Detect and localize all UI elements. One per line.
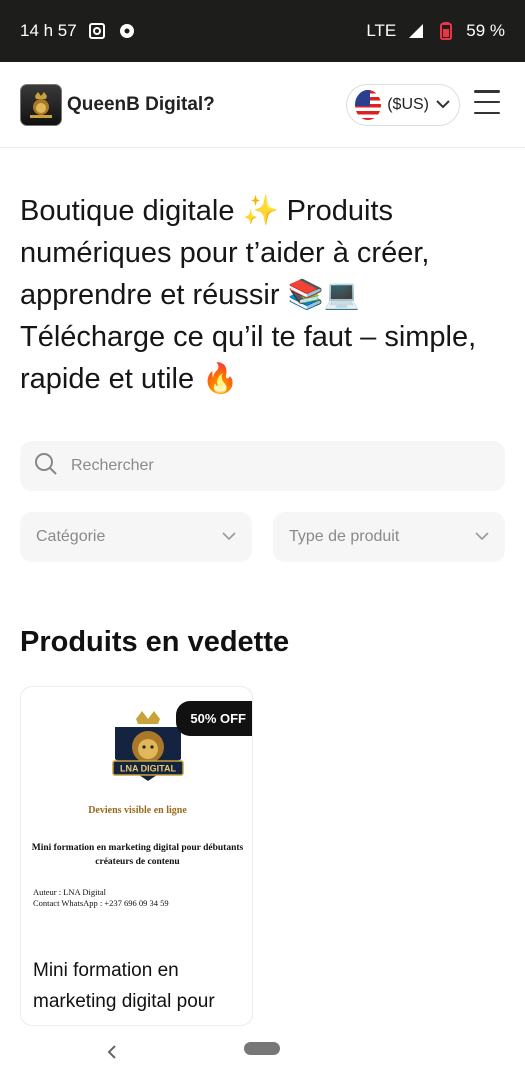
status-right: LTE 59 % [366, 21, 505, 41]
product-card[interactable]: LNA DIGITAL Deviens visible en ligne Min… [20, 686, 253, 1026]
chevron-down-icon [222, 528, 236, 546]
status-bar: 14 h 57 LTE 59 % [0, 0, 525, 62]
category-select-label: Catégorie [36, 528, 106, 545]
currency-label: ($US) [387, 96, 429, 113]
product-type-select-label: Type de produit [289, 528, 400, 545]
battery-level: 59 % [466, 21, 505, 40]
lion-crest-icon [30, 91, 52, 118]
category-select[interactable]: Catégorie [20, 512, 252, 562]
brand-name[interactable]: QueenB Digital? [67, 94, 215, 116]
product-type-select[interactable]: Type de produit [273, 512, 505, 562]
chevron-down-icon [435, 96, 451, 114]
featured-title: Produits en vedette [20, 626, 290, 658]
battery-icon [436, 21, 456, 41]
clock: 14 h 57 [20, 21, 77, 40]
search-input[interactable] [71, 457, 471, 475]
hero-description: Boutique digitale ✨ Produits numériques … [20, 195, 477, 395]
cover-brand-text: LNA DIGITAL [120, 764, 176, 774]
signal-icon [406, 21, 426, 41]
cover-title: Mini formation en marketing digital pour… [31, 843, 244, 867]
product-card-title[interactable]: Mini formation en marketing digital pour [33, 955, 252, 1017]
home-pill-button[interactable] [244, 1042, 280, 1055]
back-chevron-icon[interactable] [106, 1040, 118, 1066]
discount-badge: 50% OFF [176, 701, 252, 736]
status-left: 14 h 57 [20, 21, 137, 41]
site-header: QueenB Digital? ($US) [0, 62, 525, 148]
messenger-icon [117, 21, 137, 41]
us-flag-icon [355, 90, 382, 120]
cover-contact: Contact WhatsApp : +237 696 09 34 59 [33, 898, 169, 908]
chevron-down-icon [475, 528, 489, 546]
cover-author: Auteur : LNA Digital [33, 887, 106, 897]
hamburger-menu-icon[interactable] [474, 90, 500, 114]
lion-crest-icon: LNA DIGITAL [112, 711, 184, 781]
search-icon [33, 451, 59, 482]
network-label: LTE [366, 21, 397, 40]
screenshot-icon [87, 21, 107, 41]
currency-selector[interactable]: ($US) [346, 84, 460, 126]
cover-tagline: Deviens visible en ligne [88, 805, 187, 816]
system-nav-bar [0, 1028, 525, 1080]
brand-logo[interactable] [20, 83, 62, 126]
search-bar[interactable] [20, 441, 505, 491]
